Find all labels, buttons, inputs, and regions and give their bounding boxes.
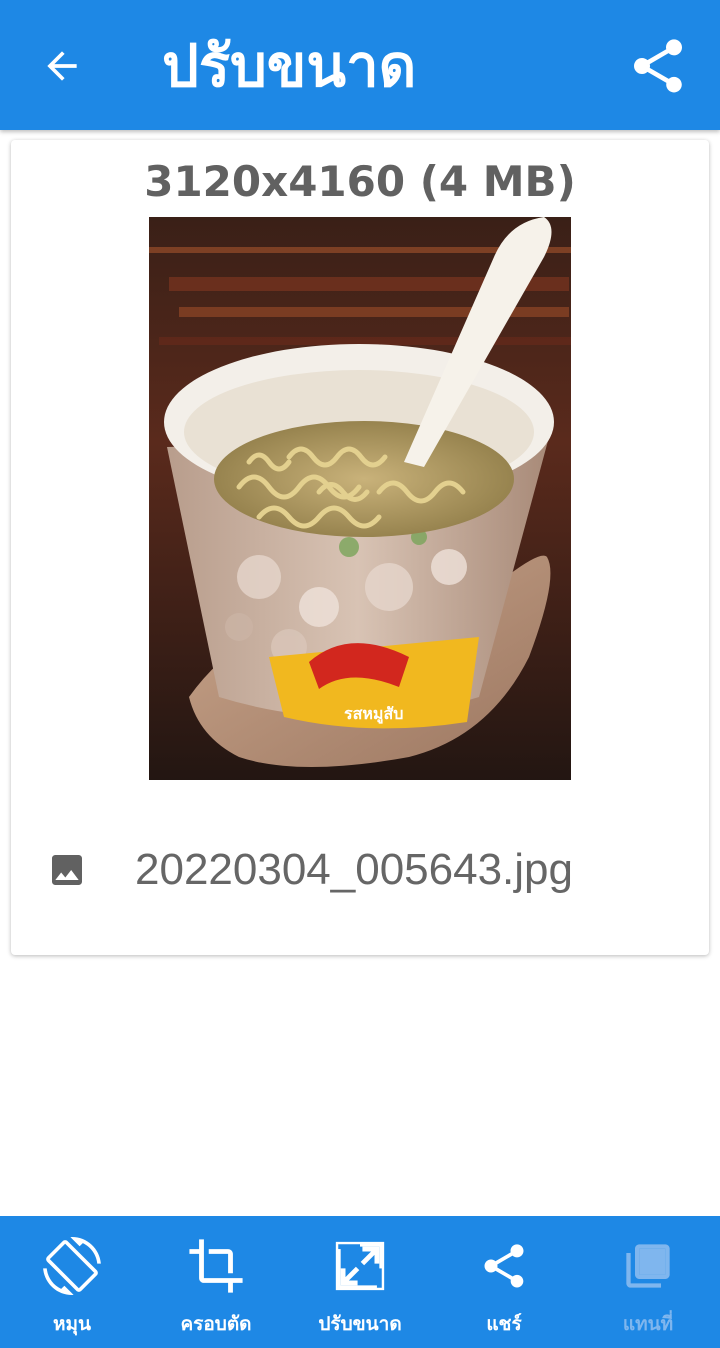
share-button[interactable] bbox=[622, 30, 694, 102]
share-label: แชร์ bbox=[486, 1313, 522, 1335]
share-nav-button[interactable]: แชร์ bbox=[432, 1216, 576, 1348]
share-icon bbox=[484, 1244, 524, 1288]
crop-label: ครอบตัด bbox=[180, 1313, 252, 1335]
resize-icon bbox=[335, 1241, 385, 1291]
rotate-icon bbox=[43, 1237, 101, 1295]
replace-button[interactable]: แทนที่ bbox=[576, 1216, 720, 1348]
replace-icon bbox=[626, 1244, 670, 1288]
image-icon bbox=[52, 855, 82, 885]
file-name: 20220304_005643.jpg bbox=[135, 845, 574, 894]
share-icon bbox=[634, 39, 682, 93]
rotate-button[interactable]: หมุน bbox=[0, 1216, 144, 1348]
back-button[interactable] bbox=[30, 34, 94, 98]
image-info-card: 3120x4160 (4 MB) รสหมูสับ 20220304_00564… bbox=[11, 140, 709, 955]
noodle-cup-photo: รสหมูสับ bbox=[149, 217, 571, 780]
rotate-label: หมุน bbox=[52, 1313, 92, 1335]
svg-text:รสหมูสับ: รสหมูสับ bbox=[344, 704, 403, 725]
page-title: ปรับขนาด bbox=[162, 32, 417, 100]
arrow-back-icon bbox=[47, 51, 77, 81]
replace-label: แทนที่ bbox=[622, 1313, 674, 1335]
resize-label: ปรับขนาด bbox=[318, 1313, 402, 1335]
top-app-bar: ปรับขนาด bbox=[0, 0, 720, 130]
crop-button[interactable]: ครอบตัด bbox=[144, 1216, 288, 1348]
crop-icon bbox=[189, 1239, 243, 1293]
image-dimensions: 3120x4160 (4 MB) bbox=[144, 157, 576, 206]
bottom-toolbar: หมุน ครอบตัด ปรับขนาด แชร์ แทนที่ bbox=[0, 1216, 720, 1348]
app-root: ปรับขนาด 3120x4160 (4 MB) รสหมูสับ 20220… bbox=[0, 0, 720, 1348]
file-name-row: 20220304_005643.jpg bbox=[11, 830, 709, 910]
resize-button[interactable]: ปรับขนาด bbox=[288, 1216, 432, 1348]
image-preview[interactable]: รสหมูสับ bbox=[149, 217, 571, 780]
